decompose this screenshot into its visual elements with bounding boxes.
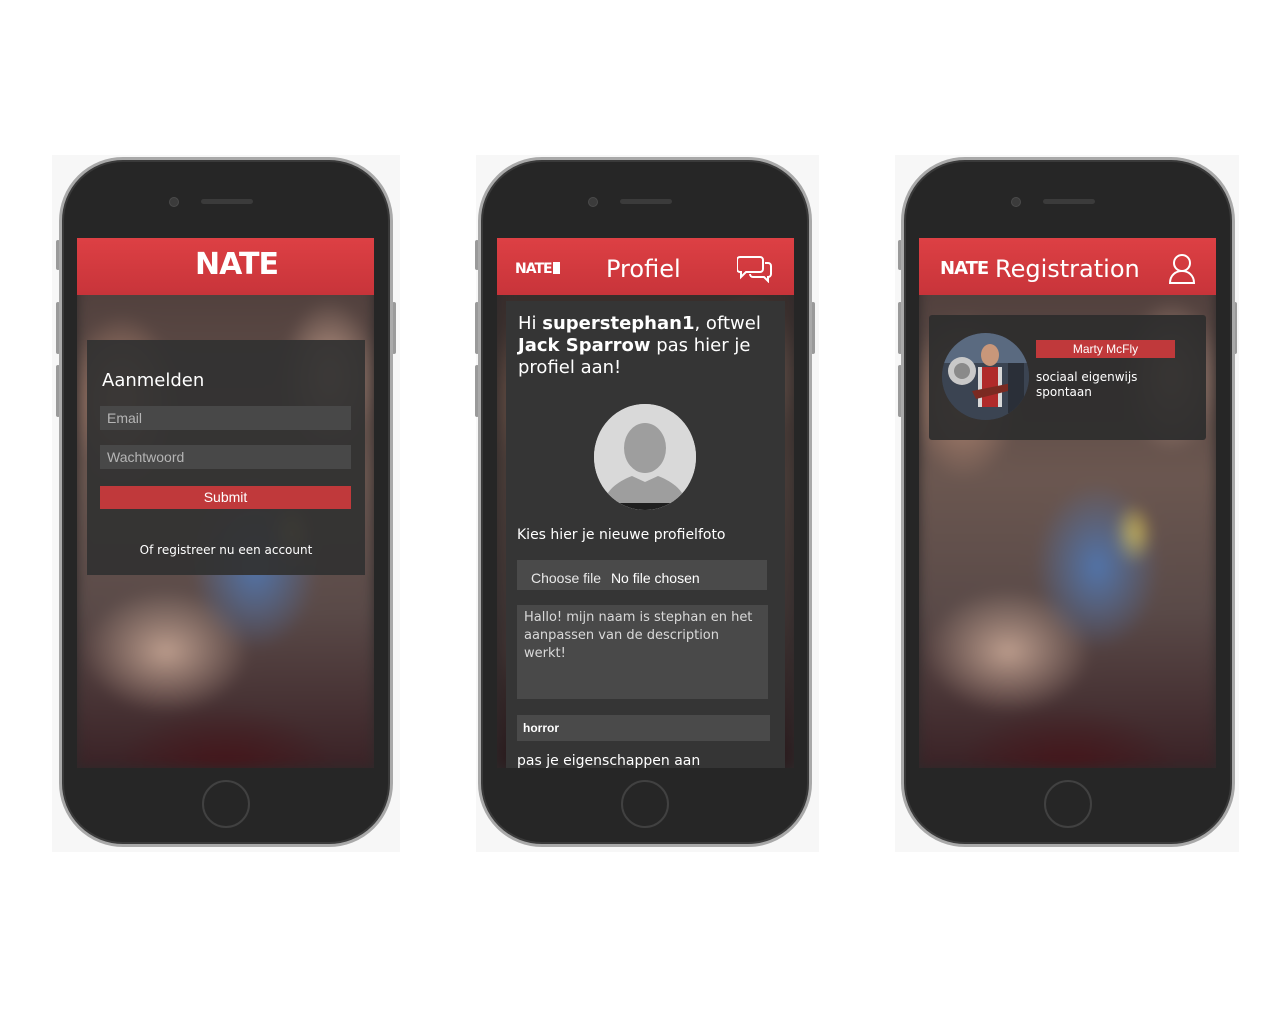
app-logo: NATE bbox=[940, 258, 989, 279]
chat-bubbles-icon[interactable] bbox=[736, 253, 773, 288]
password-field[interactable] bbox=[100, 445, 351, 469]
submit-button[interactable]: Submit bbox=[100, 486, 351, 509]
speaker-grille bbox=[201, 199, 253, 204]
choose-file-button[interactable]: Choose file bbox=[531, 570, 601, 586]
app-logo: NATE bbox=[515, 261, 560, 277]
profile-greeting: Hi superstephan1, oftwel Jack Sparrow pa… bbox=[518, 313, 778, 379]
email-field[interactable] bbox=[100, 406, 351, 430]
profile-screen: NATE Profiel Hi superstephan1, oftwel Ja… bbox=[497, 238, 794, 768]
file-input[interactable]: Choose file No file chosen bbox=[517, 560, 767, 590]
trait: sociaal eigenwijs bbox=[1036, 370, 1138, 384]
file-status: No file chosen bbox=[610, 570, 700, 586]
page-title: Registration bbox=[995, 255, 1140, 283]
choose-photo-label: Kies hier je nieuwe profielfoto bbox=[517, 527, 726, 543]
register-link[interactable]: Of registreer nu een account bbox=[87, 543, 365, 557]
app-header: NATE bbox=[77, 238, 374, 295]
match-name: Marty McFly bbox=[1036, 340, 1175, 358]
greeting-hi: Hi bbox=[518, 313, 543, 334]
profile-form: Hi superstephan1, oftwel Jack Sparrow pa… bbox=[506, 301, 785, 768]
app-header: NATE Profiel bbox=[497, 238, 794, 295]
logo-mark-icon bbox=[552, 262, 560, 274]
camera-icon bbox=[1011, 197, 1021, 207]
home-button[interactable] bbox=[202, 780, 250, 828]
match-card[interactable]: Marty McFly sociaal eigenwijs spontaan bbox=[929, 315, 1206, 440]
camera-icon bbox=[169, 197, 179, 207]
traits-label: pas je eigenschappen aan bbox=[517, 753, 701, 768]
camera-icon bbox=[588, 197, 598, 207]
login-title: Aanmelden bbox=[102, 370, 205, 391]
login-screen: NATE Aanmelden Submit Of registreer nu e… bbox=[77, 238, 374, 768]
display-name: Jack Sparrow bbox=[518, 335, 651, 356]
phone-login: NATE Aanmelden Submit Of registreer nu e… bbox=[59, 157, 393, 847]
user-icon[interactable] bbox=[1167, 252, 1197, 291]
match-photo bbox=[942, 333, 1029, 420]
home-button[interactable] bbox=[621, 780, 669, 828]
speaker-grille bbox=[1043, 199, 1095, 204]
genre-select[interactable]: horror bbox=[517, 715, 770, 741]
app-logo: NATE bbox=[195, 247, 279, 282]
registration-screen: NATE Registration Marty McFly sociaal ei… bbox=[919, 238, 1216, 768]
description-textarea[interactable]: Hallo! mijn naam is stephan en het aanpa… bbox=[517, 605, 768, 699]
login-form: Aanmelden Submit Of registreer nu een ac… bbox=[87, 340, 365, 575]
trait: spontaan bbox=[1036, 385, 1092, 399]
phone-registration: NATE Registration Marty McFly sociaal ei… bbox=[901, 157, 1235, 847]
match-traits: sociaal eigenwijs spontaan bbox=[1036, 370, 1137, 400]
default-avatar-icon[interactable] bbox=[594, 404, 696, 510]
greeting-mid: , oftwel bbox=[694, 313, 761, 334]
app-header: NATE Registration bbox=[919, 238, 1216, 295]
home-button[interactable] bbox=[1044, 780, 1092, 828]
page-title: Profiel bbox=[606, 255, 681, 283]
app-logo-text: NATE bbox=[515, 261, 553, 277]
phone-profile: NATE Profiel Hi superstephan1, oftwel Ja… bbox=[478, 157, 812, 847]
username: superstephan1 bbox=[542, 313, 695, 334]
speaker-grille bbox=[620, 199, 672, 204]
